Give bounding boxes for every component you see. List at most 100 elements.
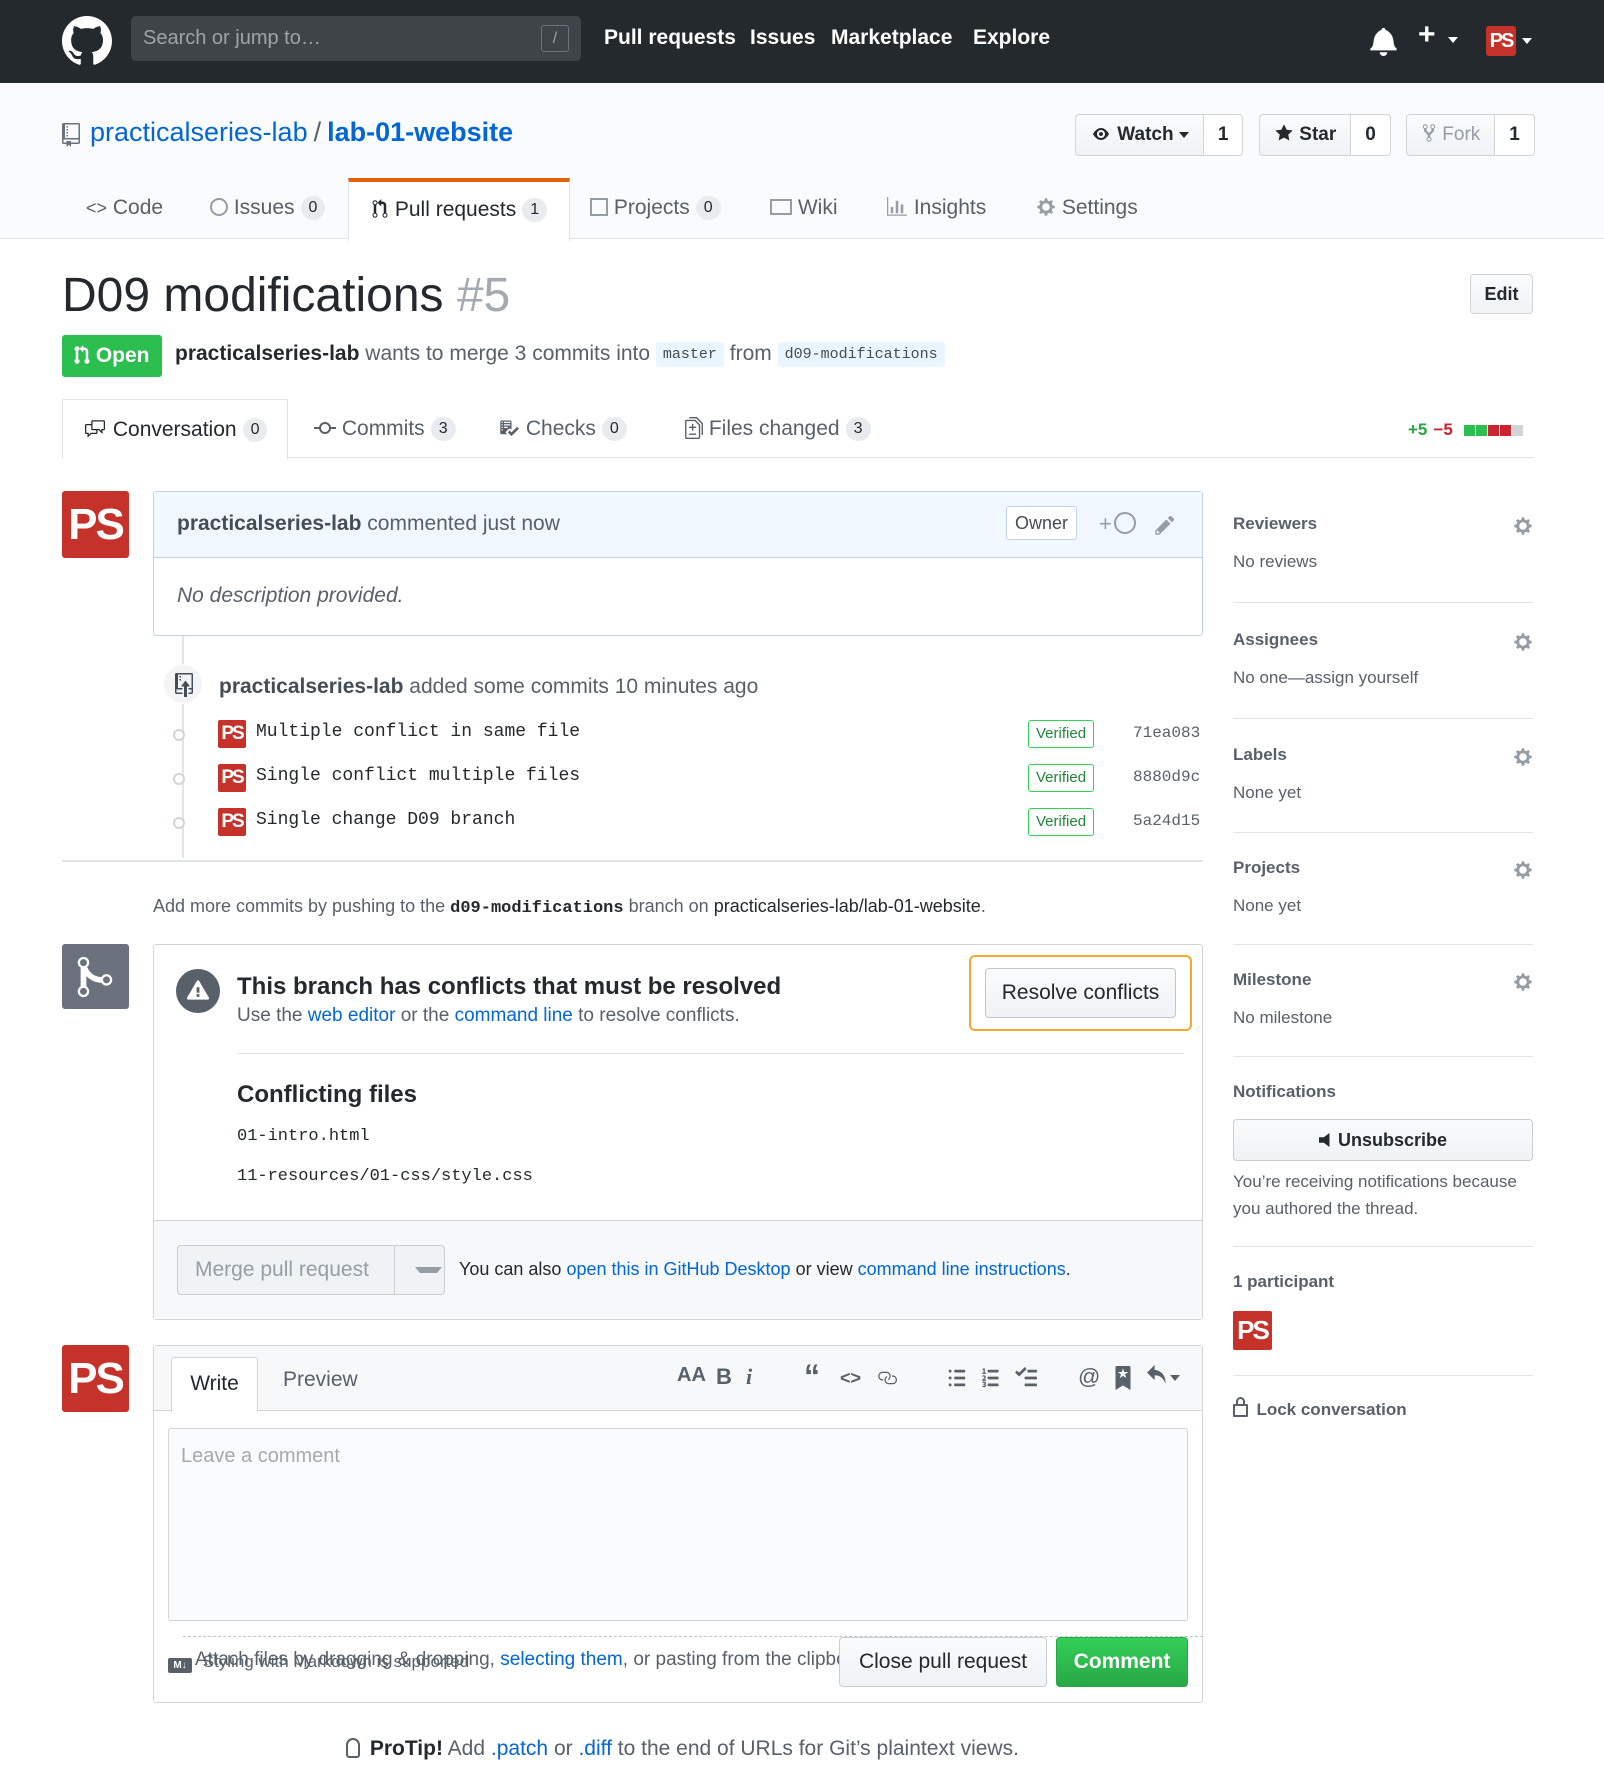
watch-button[interactable]: Watch	[1075, 114, 1204, 156]
commit-message-link[interactable]: Single conflict multiple files	[256, 766, 580, 786]
ordered-list-icon[interactable]	[980, 1367, 1002, 1389]
web-editor-link[interactable]: web editor	[308, 1005, 396, 1026]
create-new-menu[interactable]: +	[1418, 18, 1458, 52]
fork-button[interactable]: Fork	[1406, 114, 1496, 156]
gear-icon[interactable]	[1513, 860, 1533, 880]
comment-submit-button[interactable]: Comment	[1056, 1637, 1188, 1687]
chevron-down-icon[interactable]	[1522, 38, 1532, 44]
task-list-icon[interactable]	[1014, 1367, 1038, 1389]
add-reaction-icon[interactable]: +	[1099, 492, 1136, 556]
conflict-sub-middle: or the	[400, 1005, 450, 1026]
reply-icon[interactable]	[1144, 1364, 1180, 1390]
tab-code[interactable]: <> Code	[86, 178, 163, 240]
tab-wiki[interactable]: Wiki	[770, 178, 838, 240]
search-input[interactable]: Search or jump to… /	[131, 16, 581, 61]
gear-icon[interactable]	[1513, 516, 1533, 536]
write-tab[interactable]: Write	[171, 1357, 258, 1412]
bold-icon[interactable]: B	[716, 1364, 732, 1390]
unsubscribe-button[interactable]: Unsubscribe	[1233, 1119, 1533, 1161]
commit-sha-link[interactable]: 71ea083	[1133, 724, 1200, 742]
gear-icon[interactable]	[1513, 972, 1533, 992]
star-count[interactable]: 0	[1351, 114, 1391, 156]
edit-title-button[interactable]: Edit	[1470, 274, 1533, 314]
tab-projects[interactable]: Projects 0	[590, 178, 721, 240]
search-placeholder: Search or jump to…	[143, 27, 321, 49]
text-size-icon[interactable]: AA	[677, 1364, 706, 1387]
tab-commits[interactable]: Commits 3	[314, 399, 456, 458]
tab-insights[interactable]: Insights	[886, 178, 986, 240]
tab-issues[interactable]: Issues 0	[210, 178, 326, 240]
comment-textarea[interactable]: Leave a comment Attach files by dragging…	[168, 1428, 1203, 1670]
close-pull-request-button[interactable]: Close pull request	[839, 1637, 1047, 1687]
merge-pull-request-button[interactable]: Merge pull request	[177, 1245, 445, 1295]
comment-author-avatar[interactable]: PS	[62, 491, 129, 558]
gear-icon[interactable]	[1513, 632, 1533, 652]
eye-icon	[1093, 128, 1109, 140]
assignees-value[interactable]: No one—assign yourself	[1233, 668, 1533, 688]
comment-author-link[interactable]: practicalseries-lab	[177, 512, 361, 535]
merge-options-dropdown[interactable]	[394, 1246, 444, 1294]
link-icon[interactable]	[875, 1368, 899, 1388]
watch-count[interactable]: 1	[1203, 114, 1244, 156]
code-icon[interactable]: <>	[840, 1368, 861, 1389]
patch-link[interactable]: .patch	[491, 1737, 548, 1760]
commit-sha-link[interactable]: 8880d9c	[1133, 768, 1200, 786]
tab-files-changed[interactable]: Files changed 3	[685, 399, 871, 458]
tab-checks[interactable]: Checks 0	[498, 399, 627, 458]
verified-badge[interactable]: Verified	[1028, 808, 1095, 836]
mention-icon[interactable]: @	[1078, 1364, 1100, 1390]
tab-conversation[interactable]: Conversation 0	[62, 399, 289, 459]
nav-explore[interactable]: Explore	[973, 26, 1050, 50]
commits-event-author[interactable]: practicalseries-lab	[219, 675, 403, 698]
bookmark-icon[interactable]	[1114, 1366, 1132, 1390]
comment-placeholder: Leave a comment	[181, 1445, 340, 1467]
diff-link[interactable]: .diff	[578, 1737, 611, 1760]
command-line-instructions-link[interactable]: command line instructions	[858, 1259, 1066, 1279]
current-user-avatar[interactable]: PS	[62, 1345, 129, 1412]
base-branch[interactable]: master	[655, 342, 724, 367]
pr-author-link[interactable]: practicalseries-lab	[175, 342, 359, 365]
head-branch[interactable]: d09-modifications	[777, 342, 945, 367]
markdown-icon: M↓	[168, 1658, 192, 1673]
verified-badge[interactable]: Verified	[1028, 720, 1095, 748]
select-files-link[interactable]: selecting them	[500, 1649, 623, 1670]
add-more-repo-link[interactable]: practicalseries-lab/lab-01-website	[714, 896, 981, 916]
quote-icon[interactable]: “	[804, 1358, 820, 1395]
protip-prefix: Add	[447, 1737, 486, 1760]
repo-owner-link[interactable]: practicalseries-lab	[90, 117, 308, 147]
notifications-bell-icon[interactable]	[1370, 26, 1397, 56]
commit-author-avatar[interactable]: PS	[218, 764, 246, 792]
repo-name-link[interactable]: lab-01-website	[327, 117, 513, 147]
command-line-link[interactable]: command line	[455, 1005, 573, 1026]
verified-badge[interactable]: Verified	[1028, 764, 1095, 792]
github-desktop-link[interactable]: open this in GitHub Desktop	[566, 1259, 790, 1279]
commit-sha-link[interactable]: 5a24d15	[1133, 812, 1200, 830]
preview-tab[interactable]: Preview	[283, 1368, 358, 1392]
github-logo-icon[interactable]	[62, 16, 112, 66]
commit-message-link[interactable]: Multiple conflict in same file	[256, 722, 580, 742]
timeline-divider	[62, 860, 1203, 862]
resolve-conflicts-button[interactable]: Resolve conflicts	[985, 968, 1176, 1018]
merge-divider	[237, 1053, 1184, 1054]
sidebar-divider	[1233, 944, 1533, 945]
italic-icon[interactable]: i	[746, 1364, 752, 1390]
tab-settings[interactable]: Settings	[1036, 178, 1138, 240]
markdown-note[interactable]: M↓ Styling with Markdown is supported	[168, 1652, 469, 1673]
nav-marketplace[interactable]: Marketplace	[831, 26, 952, 50]
participant-avatar[interactable]: PS	[1233, 1311, 1272, 1350]
star-button[interactable]: Star	[1259, 114, 1352, 156]
tab-pull-requests[interactable]: Pull requests 1	[348, 178, 571, 241]
commit-message-link[interactable]: Single change D09 branch	[256, 810, 515, 830]
user-avatar[interactable]: PS	[1486, 26, 1516, 56]
pencil-icon[interactable]	[1154, 514, 1176, 536]
commit-author-avatar[interactable]: PS	[218, 720, 246, 748]
gear-icon[interactable]	[1513, 747, 1533, 767]
lock-conversation[interactable]: Lock conversation	[1233, 1397, 1533, 1420]
commit-author-avatar[interactable]: PS	[218, 808, 246, 836]
unordered-list-icon[interactable]	[946, 1367, 968, 1389]
git-commit-icon	[173, 817, 185, 829]
fork-count[interactable]: 1	[1495, 114, 1535, 156]
nav-pull-requests[interactable]: Pull requests	[604, 26, 736, 50]
merge-button-label: Merge pull request	[195, 1258, 369, 1281]
nav-issues[interactable]: Issues	[750, 26, 815, 50]
